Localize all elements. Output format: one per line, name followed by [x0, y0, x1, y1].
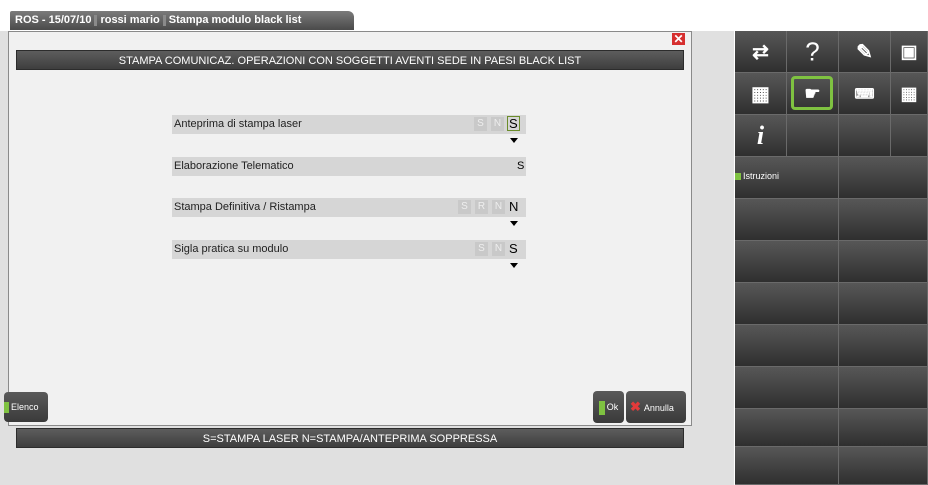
option-s[interactable]: S: [475, 242, 488, 256]
field-label: Sigla pratica su modulo: [174, 243, 289, 255]
green-marker-icon: [735, 173, 741, 181]
field-label: Anteprima di stampa laser: [174, 118, 302, 130]
annulla-button[interactable]: ✖ Annulla: [626, 391, 686, 423]
close-button[interactable]: ✕: [672, 33, 685, 45]
info-button[interactable]: i: [735, 115, 787, 157]
ok-button[interactable]: Ok: [593, 391, 624, 423]
function-tile[interactable]: [839, 241, 928, 283]
empty-tile: [839, 115, 891, 157]
edit-icon: ✎: [856, 41, 873, 63]
function-key-icon: ▣: [900, 41, 918, 61]
function-tile[interactable]: [839, 409, 928, 447]
field-label: Elaborazione Telematico: [174, 160, 294, 172]
calculator-icon: ▦: [751, 83, 770, 105]
function-tile[interactable]: [839, 283, 928, 325]
function-tile[interactable]: [735, 367, 839, 409]
help-icon: ?: [805, 36, 820, 66]
annulla-label: Annulla: [643, 403, 674, 413]
function-key-button[interactable]: ▣: [891, 31, 928, 73]
dropdown-arrow-icon: [510, 221, 518, 227]
field-row-stampa-definitiva: Stampa Definitiva / Ristampa S R N N: [172, 198, 526, 227]
status-bar: S=STAMPA LASER N=STAMPA/ANTEPRIMA SOPPRE…: [16, 428, 684, 448]
right-panel: ⇄ ? ✎ ▣ ▦ ☛ ⌨ ▦ i Istruzioni: [735, 31, 928, 485]
grid-icon: ▦: [900, 83, 918, 103]
option-n[interactable]: N: [491, 117, 504, 131]
option-s[interactable]: S: [458, 200, 471, 214]
switch-window-button[interactable]: ⇄: [735, 31, 787, 73]
green-marker-icon: [598, 400, 605, 415]
function-tile[interactable]: [839, 325, 928, 367]
empty-tile: [787, 115, 839, 157]
title-app-date: ROS - 15/07/10: [15, 14, 92, 26]
keyboard-button[interactable]: ⌨: [839, 73, 891, 115]
selected-value: S: [509, 241, 518, 256]
field-select-anteprima[interactable]: S: [509, 116, 526, 144]
touch-button[interactable]: ☛: [787, 73, 839, 115]
dialog-window: [8, 31, 692, 426]
field-row-anteprima: Anteprima di stampa laser S N S: [172, 115, 526, 144]
istruzioni-label: Istruzioni: [743, 171, 780, 181]
grid-button[interactable]: ▦: [891, 73, 928, 115]
elenco-button[interactable]: Elenco: [4, 392, 48, 422]
function-tile[interactable]: [735, 241, 839, 283]
keyboard-icon: ⌨: [854, 85, 875, 101]
field-row-sigla: Sigla pratica su modulo S N S: [172, 240, 526, 269]
top-bar: ROS - 15/07/10 rossi mario Stampa modulo b…: [0, 0, 928, 31]
option-n[interactable]: N: [492, 242, 505, 256]
function-tile[interactable]: [735, 447, 839, 485]
info-icon: i: [756, 120, 765, 150]
function-tile[interactable]: [735, 283, 839, 325]
istruzioni-text: Istruzioni: [735, 171, 779, 181]
function-tile[interactable]: [735, 325, 839, 367]
green-marker-icon: [4, 402, 9, 414]
option-r[interactable]: R: [475, 200, 488, 214]
field-select-sigla[interactable]: S: [509, 241, 526, 269]
function-tile[interactable]: [735, 199, 839, 241]
dialog-header: STAMPA COMUNICAZ. OPERAZIONI CON SOGGETT…: [16, 50, 684, 70]
function-tile[interactable]: [735, 409, 839, 447]
function-tile[interactable]: [839, 447, 928, 485]
switch-window-icon: ⇄: [752, 41, 769, 63]
field-label: Stampa Definitiva / Ristampa: [174, 201, 316, 213]
function-tile[interactable]: [839, 157, 928, 199]
empty-tile: [891, 115, 928, 157]
selected-value: N: [509, 199, 519, 214]
field-row-telematico: Elaborazione Telematico S: [172, 157, 526, 176]
title-program: Stampa modulo black list: [168, 14, 302, 26]
dropdown-arrow-icon: [510, 263, 518, 269]
field-value-telematico: S: [517, 160, 525, 172]
field-select-stampa-definitiva[interactable]: N: [509, 199, 526, 227]
ok-label: Ok: [606, 402, 619, 412]
cancel-x-icon: ✖: [630, 399, 641, 414]
edit-button[interactable]: ✎: [839, 31, 891, 73]
touch-icon: ☛: [804, 83, 821, 103]
option-s[interactable]: S: [474, 117, 487, 131]
dropdown-arrow-icon: [510, 138, 518, 144]
function-tile[interactable]: [839, 199, 928, 241]
help-button[interactable]: ?: [787, 31, 839, 73]
istruzioni-button[interactable]: Istruzioni: [735, 157, 839, 199]
selected-value: S: [509, 116, 518, 131]
title-tab[interactable]: ROS - 15/07/10 rossi mario Stampa modulo b…: [10, 11, 354, 30]
option-n[interactable]: N: [492, 200, 505, 214]
calculator-button[interactable]: ▦: [735, 73, 787, 115]
elenco-label: Elenco: [11, 402, 39, 412]
function-tile[interactable]: [839, 367, 928, 409]
title-user: rossi mario: [100, 14, 160, 26]
